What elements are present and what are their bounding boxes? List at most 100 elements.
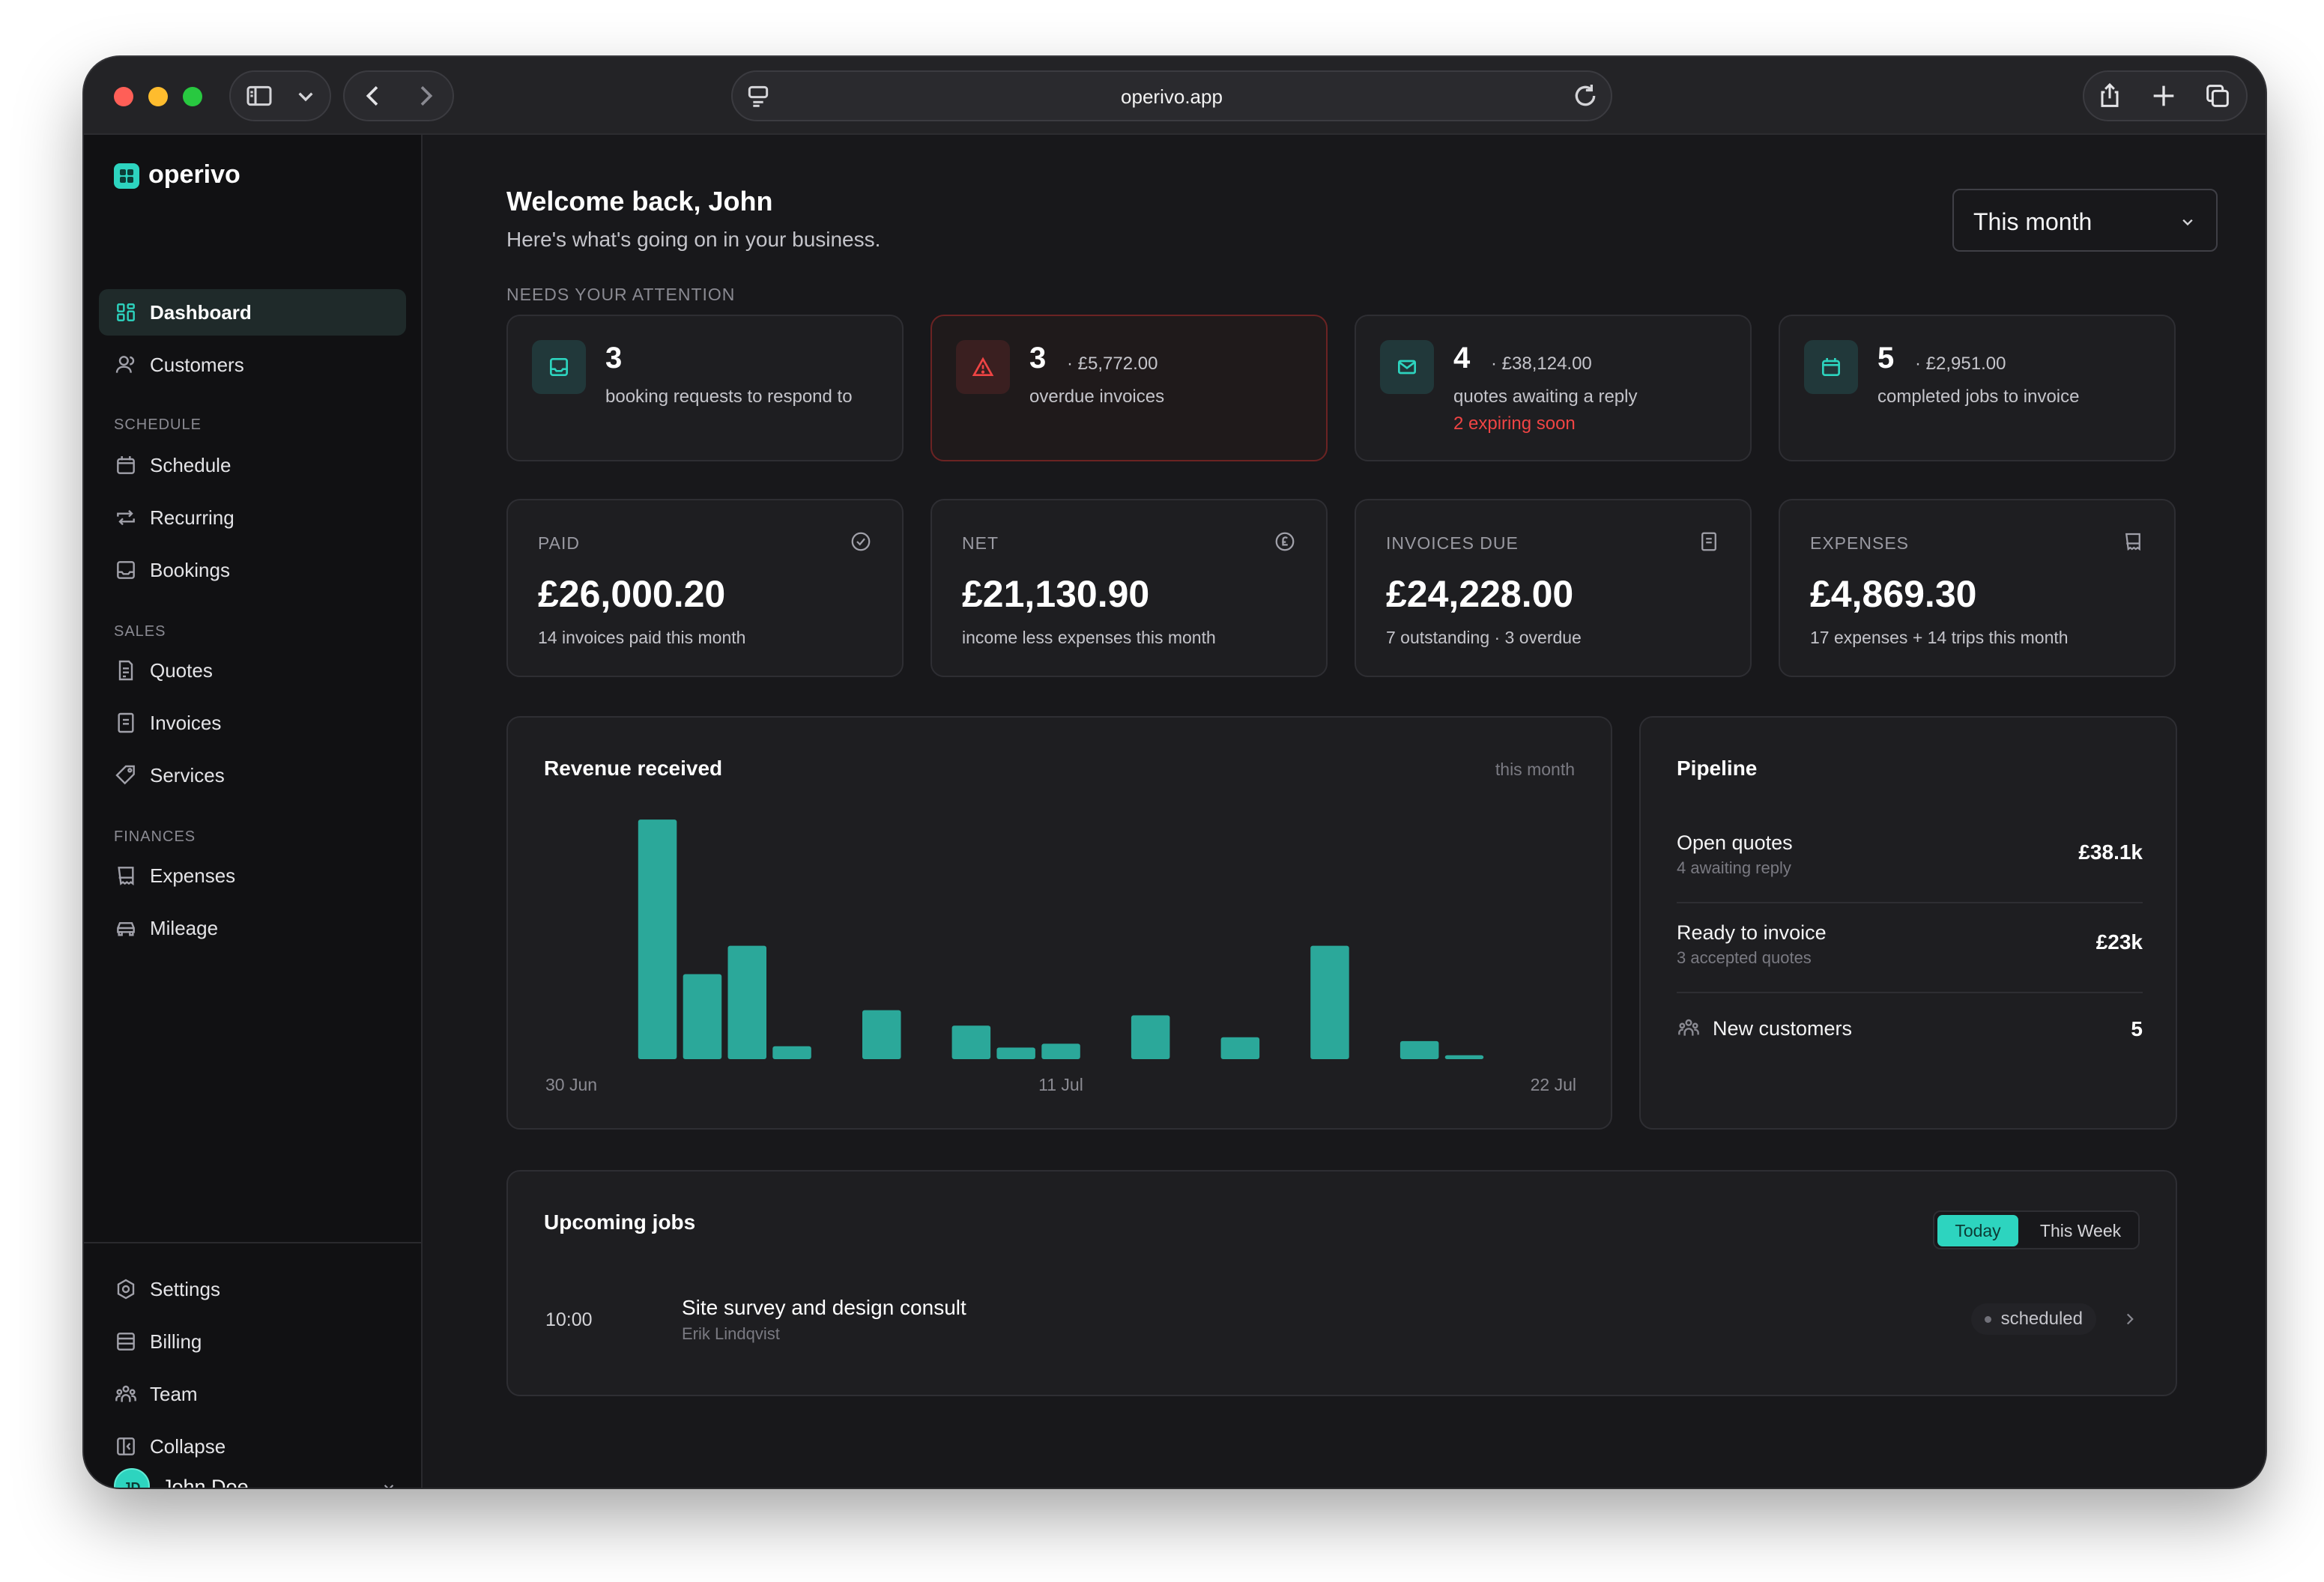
revenue-bar[interactable] bbox=[727, 945, 767, 1059]
url-text: operivo.app bbox=[1121, 85, 1223, 108]
sidebar-item-expenses[interactable]: Expenses bbox=[99, 852, 406, 899]
date-range-select[interactable]: This month bbox=[1952, 189, 2218, 252]
pipeline-card: Pipeline Open quotes 4 awaiting reply £3… bbox=[1639, 716, 2177, 1130]
reload-icon[interactable] bbox=[1570, 81, 1600, 111]
sidebar-item-recurring[interactable]: Recurring bbox=[99, 494, 406, 541]
share-icon[interactable] bbox=[2095, 81, 2125, 111]
mail-icon bbox=[1380, 340, 1434, 394]
pipeline-row-new-customers[interactable]: New customers 5 bbox=[1677, 1001, 2143, 1061]
receipt-icon bbox=[114, 864, 138, 888]
sidebar-toggle-group bbox=[229, 70, 331, 121]
sidebar-item-billing[interactable]: Billing bbox=[99, 1318, 406, 1365]
close-window-button[interactable] bbox=[114, 87, 133, 106]
dashboard-icon bbox=[114, 300, 138, 324]
new-tab-icon[interactable] bbox=[2149, 81, 2179, 111]
pipeline-row-ready-to-invoice[interactable]: Ready to invoice 3 accepted quotes £23k bbox=[1677, 911, 2143, 993]
job-customer: Erik Lindqvist bbox=[682, 1324, 780, 1343]
sidebar-section-schedule: SCHEDULE bbox=[114, 416, 202, 433]
attention-count: 3 bbox=[605, 342, 623, 375]
stat-value: £26,000.20 bbox=[538, 573, 726, 615]
stat-card-net[interactable]: NET £21,130.90 income less expenses this… bbox=[930, 499, 1328, 677]
stat-sub: 17 expenses + 14 trips this month bbox=[1810, 628, 2069, 647]
sidebar-item-collapse[interactable]: Collapse bbox=[99, 1423, 406, 1470]
revenue-bar[interactable] bbox=[862, 1010, 901, 1059]
revenue-bar[interactable] bbox=[683, 974, 722, 1060]
pipeline-title: Pipeline bbox=[1677, 757, 1758, 780]
revenue-bar[interactable] bbox=[951, 1025, 991, 1059]
sidebar-item-label: Dashboard bbox=[150, 301, 252, 324]
sidebar-item-settings[interactable]: Settings bbox=[99, 1266, 406, 1312]
attention-card-jobs[interactable]: 5 · £2,951.00 completed jobs to invoice bbox=[1779, 315, 2176, 461]
chevron-right-icon bbox=[2126, 1313, 2134, 1325]
sidebar: operivo Dashboard Customers SCHEDULE Sch… bbox=[84, 135, 423, 1488]
maximize-window-button[interactable] bbox=[183, 87, 202, 106]
status-badge: scheduled bbox=[1970, 1303, 2096, 1335]
repeat-icon bbox=[114, 506, 138, 530]
pipeline-row-value: £23k bbox=[2095, 930, 2143, 954]
tab-overview-icon[interactable] bbox=[2203, 81, 2233, 111]
upcoming-jobs-card: Upcoming jobs Today This Week 10:00 Site… bbox=[506, 1170, 2177, 1396]
forward-icon[interactable] bbox=[411, 81, 441, 111]
pipeline-row-open-quotes[interactable]: Open quotes 4 awaiting reply £38.1k bbox=[1677, 821, 2143, 903]
people-icon bbox=[1678, 1019, 1699, 1036]
sidebar-item-dashboard[interactable]: Dashboard bbox=[99, 289, 406, 336]
pipeline-row-title: Ready to invoice bbox=[1677, 921, 1827, 944]
pipeline-row-title: Open quotes bbox=[1677, 831, 1793, 854]
window-actions-group bbox=[2083, 70, 2248, 121]
pipeline-row-value: 5 bbox=[2131, 1017, 2143, 1040]
address-bar[interactable]: operivo.app bbox=[731, 70, 1612, 121]
sidebar-item-label: Collapse bbox=[150, 1435, 226, 1458]
brand-name: operivo bbox=[148, 160, 240, 189]
sidebar-item-mileage[interactable]: Mileage bbox=[99, 905, 406, 951]
sidebar-item-label: Team bbox=[150, 1383, 198, 1405]
revenue-bar[interactable] bbox=[1444, 1055, 1484, 1059]
x-tick-label: 22 Jul bbox=[1531, 1075, 1576, 1094]
stat-card-expenses[interactable]: EXPENSES £4,869.30 17 expenses + 14 trip… bbox=[1779, 499, 2176, 677]
pipeline-row-title: New customers bbox=[1713, 1017, 1853, 1040]
attention-count: 3 bbox=[1029, 342, 1047, 375]
sidebar-item-label: Invoices bbox=[150, 712, 222, 734]
page-title: Welcome back, John bbox=[506, 186, 773, 216]
sidebar-item-quotes[interactable]: Quotes bbox=[99, 647, 406, 694]
revenue-bar[interactable] bbox=[1220, 1037, 1260, 1059]
sidebar-item-services[interactable]: Services bbox=[99, 752, 406, 798]
chevron-down-icon bbox=[384, 1485, 394, 1488]
sidebar-item-invoices[interactable]: Invoices bbox=[99, 700, 406, 746]
sidebar-item-label: Billing bbox=[150, 1330, 202, 1353]
gear-icon bbox=[114, 1277, 138, 1301]
stat-label: PAID bbox=[538, 533, 580, 553]
attention-amount: · £2,951.00 bbox=[1915, 354, 2006, 374]
back-icon[interactable] bbox=[358, 81, 388, 111]
stat-card-invoices-due[interactable]: INVOICES DUE £24,228.00 7 outstanding · … bbox=[1355, 499, 1752, 677]
sidebar-divider bbox=[84, 1242, 423, 1243]
sidebar-item-bookings[interactable]: Bookings bbox=[99, 547, 406, 593]
revenue-bar[interactable] bbox=[638, 819, 677, 1059]
attention-count: 5 bbox=[1877, 342, 1895, 375]
revenue-bar[interactable] bbox=[1131, 1015, 1170, 1060]
chevron-down-icon[interactable] bbox=[291, 81, 321, 111]
revenue-bar[interactable] bbox=[996, 1047, 1035, 1060]
attention-card-overdue[interactable]: 3 · £5,772.00 overdue invoices bbox=[930, 315, 1328, 461]
user-menu[interactable]: JD John Doe bbox=[114, 1468, 399, 1488]
revenue-bar[interactable] bbox=[1399, 1040, 1439, 1059]
sidebar-item-label: Customers bbox=[150, 354, 244, 376]
revenue-bar[interactable] bbox=[1310, 945, 1349, 1059]
stat-card-paid[interactable]: PAID £26,000.20 14 invoices paid this mo… bbox=[506, 499, 904, 677]
revenue-bar[interactable] bbox=[772, 1046, 811, 1059]
sidebar-item-label: Schedule bbox=[150, 454, 232, 476]
attention-card-bookings[interactable]: 3 booking requests to respond to bbox=[506, 315, 904, 461]
collapse-icon bbox=[114, 1434, 138, 1458]
sidebar-toggle-icon[interactable] bbox=[244, 81, 274, 111]
job-row[interactable]: 10:00 Site survey and design consult Eri… bbox=[508, 1172, 2179, 1396]
attention-desc: booking requests to respond to bbox=[605, 387, 853, 407]
avatar: JD bbox=[114, 1468, 150, 1488]
revenue-bar[interactable] bbox=[1041, 1043, 1080, 1059]
sidebar-item-team[interactable]: Team bbox=[99, 1371, 406, 1417]
brand-mark-icon bbox=[114, 163, 139, 189]
sidebar-item-customers[interactable]: Customers bbox=[99, 342, 406, 388]
sidebar-item-schedule[interactable]: Schedule bbox=[99, 442, 406, 488]
attention-card-quotes[interactable]: 4 · £38,124.00 quotes awaiting a reply 2… bbox=[1355, 315, 1752, 461]
sidebar-section-sales: SALES bbox=[114, 623, 166, 640]
minimize-window-button[interactable] bbox=[148, 87, 168, 106]
attention-desc: completed jobs to invoice bbox=[1877, 387, 2080, 407]
